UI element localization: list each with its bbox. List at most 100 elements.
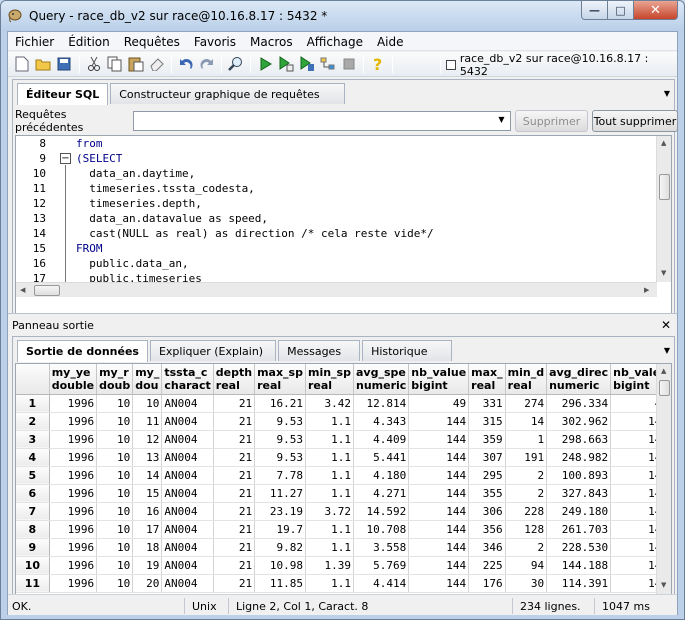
editor-vertical-scrollbar[interactable]: ▲ ▼ (656, 136, 671, 282)
explain-button[interactable] (318, 55, 338, 73)
column-name: nb_value (411, 365, 467, 379)
table-cell: 9.82 (254, 538, 306, 557)
tab-data-output[interactable]: Sortie de données (17, 340, 148, 362)
table-cell: 1.1 (305, 574, 354, 593)
table-cell: 10.98 (254, 556, 306, 575)
maximize-button[interactable]: □ (608, 1, 634, 20)
scroll-thumb[interactable] (34, 285, 60, 296)
previous-queries-combo[interactable]: ▼ (133, 111, 511, 131)
table-row[interactable]: 10 1996 10 19 AN004 21 10.98 1.39 5.769 144 225 94 1… (16, 556, 671, 575)
copy-button[interactable] (105, 55, 125, 73)
column-header[interactable]: max_ real (468, 364, 506, 395)
scroll-down-icon[interactable]: ▼ (661, 269, 666, 277)
undo-button[interactable] (176, 55, 196, 73)
redo-button[interactable] (197, 55, 217, 73)
cut-button[interactable] (84, 55, 104, 73)
row-number[interactable]: 5 (16, 466, 50, 485)
row-number[interactable]: 6 (16, 484, 50, 503)
execute-to-file-button[interactable] (297, 55, 317, 73)
delete-button[interactable]: Supprimer (515, 110, 588, 132)
row-number[interactable]: 10 (16, 556, 50, 575)
connection-checkbox[interactable] (446, 60, 456, 70)
tab-sql-editor[interactable]: Éditeur SQL (17, 83, 109, 105)
menu-edition[interactable]: Édition (61, 32, 117, 50)
table-row[interactable]: 1 1996 10 10 AN004 21 16.21 3.42 12.814 49 331 274 2… (16, 394, 671, 413)
scroll-down-icon[interactable]: ▼ (661, 581, 666, 589)
tab-graphical-query-builder[interactable]: Constructeur graphique de requêtes (110, 83, 345, 104)
help-button[interactable]: ? (368, 55, 388, 73)
close-button[interactable]: ✕ (634, 1, 678, 20)
tab-menu-arrow-icon[interactable]: ▼ (664, 346, 670, 355)
minimize-button[interactable]: — (581, 1, 608, 20)
execute-button[interactable] (255, 55, 275, 73)
column-header[interactable]: min_sp real (305, 364, 354, 395)
table-row[interactable]: 11 1996 10 20 AN004 21 11.85 1.1 4.414 144 176 30 11… (16, 574, 671, 593)
table-cell: 1996 (49, 394, 98, 413)
title-bar: Query - race_db_v2 sur race@10.16.8.17 :… (1, 1, 684, 31)
menu-aide[interactable]: Aide (370, 32, 411, 50)
fold-toggle-icon[interactable]: − (60, 153, 71, 164)
row-number[interactable]: 4 (16, 448, 50, 467)
connection-selector[interactable]: race_db_v2 sur race@10.16.8.17 : 5432 (446, 52, 675, 78)
scroll-left-icon[interactable]: ◀ (20, 286, 25, 294)
row-number[interactable]: 2 (16, 412, 50, 431)
open-button[interactable] (33, 55, 53, 73)
table-row[interactable]: 6 1996 10 15 AN004 21 11.27 1.1 4.271 144 355 2 327.… (16, 484, 671, 503)
table-row[interactable]: 7 1996 10 16 AN004 21 23.19 3.72 14.592 144 306 228… (16, 502, 671, 521)
table-row[interactable]: 3 1996 10 12 AN004 21 9.53 1.1 4.409 144 359 1 298.6… (16, 430, 671, 449)
find-button[interactable] (226, 55, 246, 73)
table-cell: 144 (408, 412, 470, 431)
grid-vertical-scrollbar[interactable]: ▲ ▼ (656, 364, 671, 594)
scroll-right-icon[interactable]: ▶ (644, 286, 649, 294)
menu-fichier[interactable]: Fichier (8, 32, 61, 50)
table-row[interactable]: 5 1996 10 14 AN004 21 7.78 1.1 4.180 144 295 2 100.8… (16, 466, 671, 485)
stop-button[interactable] (339, 55, 359, 73)
scroll-up-icon[interactable]: ▲ (661, 139, 666, 147)
editor-horizontal-scrollbar[interactable]: ◀ ▶ (16, 282, 657, 297)
eraser-button[interactable] (147, 55, 167, 73)
table-row[interactable]: 9 1996 10 18 AN004 21 9.82 1.1 3.558 144 346 2 228.5… (16, 538, 671, 557)
menu-requetes[interactable]: Requêtes (117, 32, 187, 50)
table-cell: 5.441 (353, 448, 410, 467)
scroll-thumb[interactable] (659, 174, 670, 200)
delete-all-button[interactable]: Tout supprimer (592, 110, 678, 132)
menu-macros[interactable]: Macros (243, 32, 300, 50)
tab-menu-arrow-icon[interactable]: ▼ (664, 89, 670, 98)
menu-affichage[interactable]: Affichage (300, 32, 370, 50)
scroll-up-icon[interactable]: ▲ (661, 367, 666, 375)
data-output-grid[interactable]: my_ye double my_r doub my_ dou tssta_c charact d… (15, 363, 672, 595)
tab-history[interactable]: Historique (362, 340, 453, 361)
table-row[interactable]: 8 1996 10 17 AN004 21 19.7 1.1 10.708 144 356 128 26… (16, 520, 671, 539)
execute-pgscript-button[interactable] (276, 55, 296, 73)
menu-favoris[interactable]: Favoris (187, 32, 243, 50)
table-row[interactable]: 4 1996 10 13 AN004 21 9.53 1.1 5.441 144 307 191 248… (16, 448, 671, 467)
tab-messages[interactable]: Messages (278, 340, 361, 361)
sql-editor[interactable]: 8 9 10 11 12 13 14 15 16 17 − from (SELE… (15, 135, 672, 331)
row-number[interactable]: 11 (16, 574, 50, 593)
row-number[interactable]: 7 (16, 502, 50, 521)
column-type: dou (135, 378, 159, 392)
column-header[interactable]: nb_value bigint (408, 364, 470, 395)
table-cell: 295 (468, 466, 506, 485)
column-header[interactable]: avg_direc numeric (546, 364, 612, 395)
column-header[interactable]: min_d real (505, 364, 548, 395)
column-header[interactable]: avg_spe numeric (353, 364, 410, 395)
tab-explain[interactable]: Expliquer (Explain) (149, 340, 277, 361)
column-header[interactable]: my_r doub (96, 364, 134, 395)
row-number[interactable]: 1 (16, 394, 50, 413)
row-number[interactable]: 9 (16, 538, 50, 557)
row-number[interactable]: 8 (16, 520, 50, 539)
status-exec-time: 1047 ms (602, 600, 650, 613)
table-row[interactable]: 2 1996 10 11 AN004 21 9.53 1.1 4.343 144 315 14 302.… (16, 412, 671, 431)
save-button[interactable] (54, 55, 74, 73)
scroll-thumb[interactable] (659, 380, 670, 396)
row-number[interactable]: 3 (16, 430, 50, 449)
column-header[interactable]: my_ dou (132, 364, 163, 395)
column-header[interactable]: my_ye double (49, 364, 98, 395)
new-file-button[interactable] (12, 55, 32, 73)
output-close-icon[interactable]: ✕ (661, 318, 671, 332)
column-header[interactable]: tssta_c charact (161, 364, 214, 395)
column-header[interactable]: max_sp real (254, 364, 306, 395)
column-header[interactable]: depth real (213, 364, 256, 395)
paste-button[interactable] (126, 55, 146, 73)
